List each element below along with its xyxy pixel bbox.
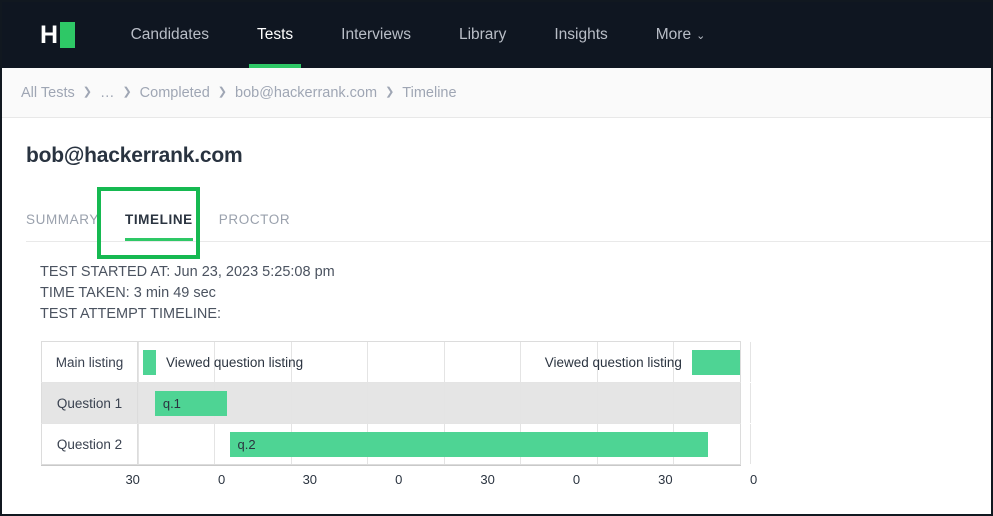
test-started-at-text: TEST STARTED AT: Jun 23, 2023 5:25:08 pm — [40, 264, 335, 280]
axis-tick-label: 30 — [125, 472, 140, 487]
row-label-main-listing: Main listing — [41, 341, 138, 383]
nav-item-insights[interactable]: Insights — [554, 2, 607, 68]
timeline-bar[interactable]: q.2 — [229, 432, 709, 457]
breadcrumb-item-timeline[interactable]: Timeline — [402, 85, 456, 101]
top-navigation-bar: H Candidates Tests Interviews Library In… — [2, 2, 991, 68]
gridline — [138, 424, 139, 464]
tab-bar: SUMMARY TIMELINE PROCTOR — [26, 196, 991, 242]
table-row: Question 2 q.2 — [41, 423, 751, 465]
tab-label: SUMMARY — [26, 212, 99, 227]
axis-tick-label: 30 — [658, 472, 673, 487]
gridline — [367, 342, 369, 382]
breadcrumb-separator-icon: ❯ — [122, 86, 132, 98]
breadcrumb: All Tests ❯ … ❯ Completed ❯ bob@hackerra… — [2, 68, 991, 118]
nav-item-label: Interviews — [341, 26, 411, 43]
timeline-table-body: Main listing Viewed question listing Vie… — [41, 341, 751, 465]
gridline — [138, 383, 139, 423]
nav-item-label: Candidates — [130, 26, 209, 43]
nav-item-candidates[interactable]: Candidates — [131, 2, 209, 68]
gridline — [749, 383, 751, 423]
axis-tick-label: 0 — [749, 472, 758, 487]
app-window: H Candidates Tests Interviews Library In… — [0, 0, 993, 516]
gridlines — [138, 383, 751, 423]
tab-proctor[interactable]: PROCTOR — [219, 212, 290, 241]
nav-item-label: Library — [458, 26, 507, 43]
gridline — [443, 383, 445, 423]
nav-item-library[interactable]: Library — [459, 2, 506, 68]
gridline — [138, 342, 139, 382]
timeline-chart: Main listing Viewed question listing Vie… — [41, 341, 757, 491]
breadcrumb-separator-icon: ❯ — [82, 86, 92, 98]
tab-summary[interactable]: SUMMARY — [26, 212, 99, 241]
test-info-block: TEST STARTED AT: Jun 23, 2023 5:25:08 pm… — [2, 242, 991, 325]
tab-timeline[interactable]: TIMELINE — [124, 212, 193, 241]
page-title: bob@hackerrank.com — [26, 144, 243, 167]
nav-links: Candidates Tests Interviews Library Insi… — [131, 2, 754, 68]
table-row: Main listing Viewed question listing Vie… — [41, 341, 751, 383]
nav-item-interviews[interactable]: Interviews — [341, 2, 411, 68]
tab-label: TIMELINE — [124, 212, 193, 227]
breadcrumb-separator-icon: ❯ — [217, 86, 228, 98]
gridline — [520, 383, 522, 423]
row-track-main-listing: Viewed question listing Viewed question … — [137, 341, 751, 383]
nav-item-label: More — [655, 26, 692, 43]
row-label-question-1: Question 1 — [41, 382, 138, 424]
test-attempt-timeline-label: TEST ATTEMPT TIMELINE: — [40, 306, 222, 322]
axis-tick-label: 30 — [302, 472, 318, 487]
axis-tick-label: 0 — [395, 472, 403, 487]
logo-letter: H — [40, 21, 58, 49]
logo-square-icon — [59, 22, 75, 48]
row-track-question-1: q.1 — [137, 382, 751, 424]
gridline — [214, 424, 216, 464]
breadcrumb-item-candidate[interactable]: bob@hackerrank.com — [235, 85, 377, 101]
breadcrumb-separator-icon: ❯ — [385, 86, 395, 98]
axis-tick-label: 0 — [572, 472, 581, 487]
nav-item-label: Insights — [554, 26, 608, 43]
axis-tick-label: 0 — [217, 472, 226, 487]
breadcrumb-item-ellipsis[interactable]: … — [100, 85, 115, 101]
breadcrumb-item-completed[interactable]: Completed — [140, 85, 210, 101]
axis-tick-label: 30 — [480, 472, 495, 487]
page-header: bob@hackerrank.com SUMMARY TIMELINE PROC… — [2, 118, 991, 242]
nav-item-tests[interactable]: Tests — [248, 2, 302, 68]
timeline-axis: 30 0 30 0 30 0 30 0 — [41, 465, 757, 491]
gridline — [749, 342, 751, 382]
gridline — [520, 342, 522, 382]
timeline-bar[interactable] — [691, 350, 740, 375]
nav-item-more[interactable]: More ⌄ — [656, 2, 706, 68]
gridline — [290, 383, 292, 423]
timeline-bar[interactable]: q.1 — [154, 391, 228, 416]
timeline-table: Main listing Viewed question listing Vie… — [41, 341, 751, 465]
chevron-down-icon: ⌄ — [696, 29, 706, 42]
hackerrank-logo[interactable]: H — [40, 22, 75, 48]
gridline — [367, 383, 369, 423]
breadcrumb-item-all-tests[interactable]: All Tests — [21, 85, 75, 101]
timeline-bar-label: Viewed question listing — [544, 355, 682, 370]
row-track-question-2: q.2 — [138, 424, 751, 465]
timeline-bar-label: Viewed question listing — [166, 355, 304, 370]
gridline — [596, 383, 598, 423]
gridline — [443, 342, 445, 382]
row-label-question-2: Question 2 — [41, 423, 138, 465]
nav-item-label: Tests — [256, 26, 294, 43]
gridline — [673, 383, 675, 423]
time-taken-text: TIME TAKEN: 3 min 49 sec — [40, 285, 216, 301]
table-row: Question 1 q.1 — [41, 382, 751, 424]
tab-label: PROCTOR — [218, 212, 291, 227]
timeline-bar[interactable] — [143, 350, 157, 375]
gridline — [749, 424, 751, 464]
